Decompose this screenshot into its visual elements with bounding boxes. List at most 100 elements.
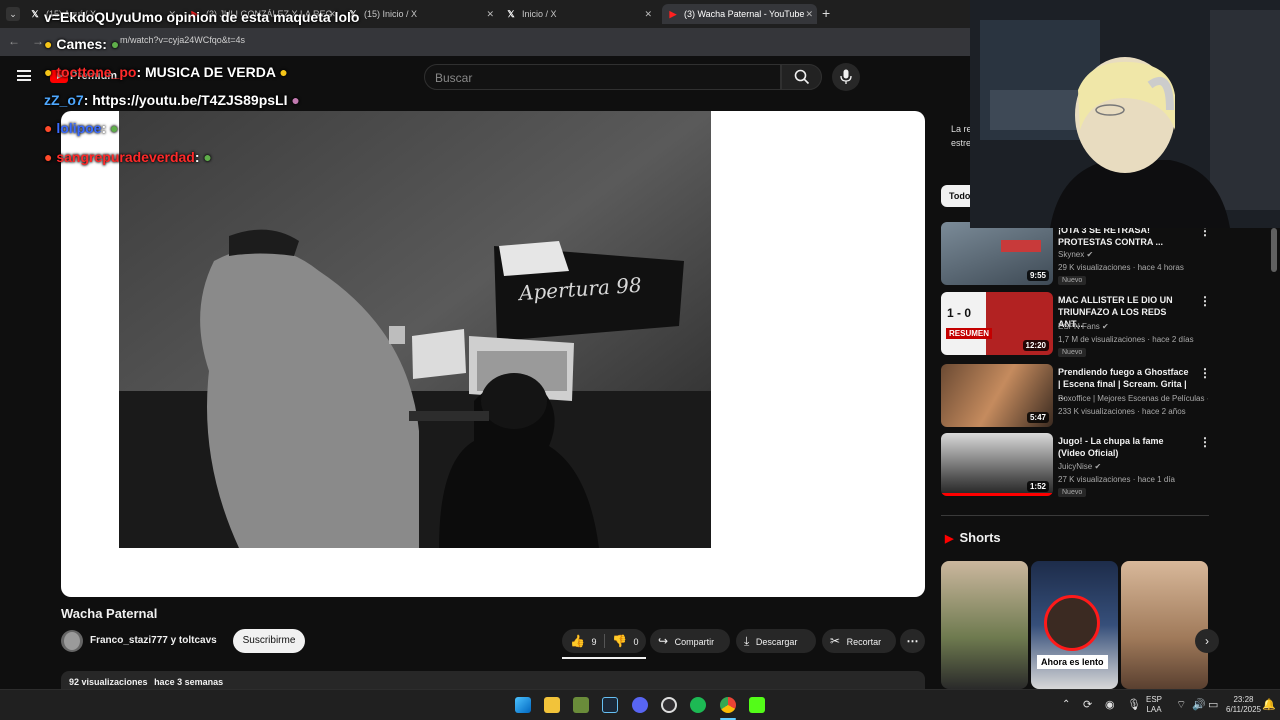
recommendation-channel: Skynex ✔ [1058, 250, 1094, 259]
short-thumbnail[interactable]: Ahora es lento [1031, 561, 1118, 689]
chat-username: lolipoe [56, 120, 102, 136]
more-options-icon[interactable]: ⋮ [1199, 294, 1211, 308]
recommendation-item[interactable]: 1 - 0 RESUMEN 12:20 MAC ALLISTER LE DIO … [941, 292, 1211, 358]
page-scrollbar[interactable] [1271, 228, 1277, 272]
obs-icon[interactable] [661, 697, 677, 713]
volume-icon[interactable]: 🔊 [1192, 698, 1206, 711]
short-thumbnail[interactable] [941, 561, 1028, 689]
new-badge: Nuevo [1058, 276, 1087, 285]
channel-avatar[interactable] [61, 630, 83, 652]
short-caption: Ahora es lento [1037, 655, 1108, 669]
close-tab-icon[interactable]: ✕ [644, 4, 652, 24]
tab-list-dropdown-button[interactable]: ⌄ [6, 7, 20, 21]
file-explorer-icon[interactable] [544, 697, 560, 713]
subscribe-button[interactable]: Suscribirme [233, 629, 305, 653]
kick-icon[interactable] [749, 697, 765, 713]
chat-message: ● sangrepuradeverdad: ● [44, 149, 212, 165]
duration-badge: 12:20 [1022, 340, 1049, 351]
chat-username: zZ_o7 [44, 92, 84, 108]
video-thumbnail: 1:52 [941, 433, 1053, 496]
duration-badge: 9:55 [1026, 270, 1049, 281]
browser-tab[interactable]: 𝕏 Inicio / X ✕ [506, 4, 656, 24]
back-icon[interactable]: ← [8, 34, 20, 48]
thumbnail-caption: RESUMEN [946, 328, 993, 339]
search-button[interactable] [781, 64, 822, 90]
browser-tab-active[interactable]: ▶ (3) Wacha Paternal - YouTube ✕ [662, 4, 817, 24]
sync-icon[interactable]: ⟳ [1083, 698, 1092, 711]
recommendation-item[interactable]: 9:55 ¡OTA 3 SE RETRASA! PROTESTAS CONTRA… [941, 222, 1211, 288]
microphone-tray-icon[interactable]: 🎙 [1127, 698, 1141, 711]
chat-message: v=EkdoQUyuUmo opinion de esta maqueta lo… [44, 9, 360, 25]
chat-message: ● Cames: ● [44, 36, 120, 52]
steam-icon[interactable] [602, 697, 618, 713]
new-badge: Nuevo [1058, 348, 1087, 357]
studio-photo-illustration: Apertura 98 [119, 111, 711, 548]
spotify-icon[interactable] [690, 697, 706, 713]
chrome-icon[interactable] [720, 697, 736, 713]
close-tab-icon[interactable]: ✕ [805, 4, 813, 24]
x-logo-icon: 𝕏 [507, 9, 515, 19]
like-button[interactable]: 👍 9 [570, 629, 604, 654]
minecraft-icon[interactable] [573, 697, 589, 713]
video-thumbnail: 1 - 0 RESUMEN 12:20 [941, 292, 1053, 355]
more-options-icon[interactable]: ⋮ [1199, 435, 1211, 449]
channel-name[interactable]: Franco_stazi777 y toltcavs [90, 635, 217, 646]
description-box[interactable]: 92 visualizaciones hace 3 semanas [61, 671, 925, 691]
search-input[interactable]: Buscar [424, 64, 781, 90]
close-tab-icon[interactable]: ✕ [486, 4, 494, 24]
chat-badge-icon: ● [44, 120, 53, 136]
notification-bell-icon[interactable]: 🔔 [1262, 698, 1276, 711]
browser-address-bar: ← → m/watch?v=cyja24WCfqo&t=4s [0, 28, 970, 56]
recommendation-item[interactable]: 1:52 Jugo! - La chupa la fame (Video Ofi… [941, 433, 1211, 499]
more-actions-button[interactable]: ⋯ [900, 629, 925, 653]
discord-icon[interactable] [632, 697, 648, 713]
chat-message: ● tocttone_po: MUSICA DE VERDA ● [44, 64, 288, 80]
dislike-button[interactable]: 👎 0 [612, 629, 644, 654]
battery-icon[interactable]: ▭ [1208, 698, 1218, 711]
verified-icon: ✔ [1102, 322, 1109, 331]
tray-overflow-icon[interactable]: ⌃ [1062, 699, 1070, 710]
menu-icon[interactable] [17, 70, 31, 81]
browser-tab[interactable]: 𝕏 (15) Inicio / X ✕ [348, 4, 498, 24]
pepe-emote-icon: ● [203, 149, 212, 165]
network-app-icon[interactable]: ◉ [1105, 698, 1115, 711]
shorts-heading: ▶ Shorts [945, 530, 1001, 545]
scissors-icon: ✂ [830, 634, 841, 648]
windows-taskbar: ⌃ ⟳ ◉ 🎙 ESP LAA ⌔ 🔊 ▭ 23:28 6/11/2025 🔔 [0, 689, 1280, 720]
new-tab-button[interactable]: + [822, 5, 830, 21]
download-icon: ⤓ [744, 634, 750, 648]
voice-search-button[interactable] [832, 63, 860, 91]
recommendation-item[interactable]: 5:47 Prendiendo fuego a Ghostface | Esce… [941, 364, 1211, 430]
wifi-icon[interactable]: ⌔ [1176, 698, 1186, 712]
video-player[interactable]: Apertura 98 [61, 111, 925, 597]
chat-username: Cames [56, 36, 103, 52]
duration-badge: 5:47 [1026, 412, 1049, 423]
clock[interactable]: 23:28 6/11/2025 [1226, 695, 1261, 715]
download-button[interactable]: ⤓ Descargar [736, 629, 816, 653]
sidebar-divider [941, 515, 1209, 516]
verified-icon: ✔ [1207, 394, 1208, 403]
thumbs-down-icon: 👎 [612, 634, 627, 648]
clip-button[interactable]: ✂ Recortar [822, 629, 896, 653]
recommendation-title: Jugo! - La chupa la fame (Video Oficial) [1058, 436, 1164, 458]
search-icon [794, 69, 810, 85]
language-indicator[interactable]: ESP LAA [1146, 695, 1162, 715]
shorts-next-button[interactable]: › [1195, 629, 1219, 653]
microphone-icon [840, 69, 852, 84]
thumbnail-score: 1 - 0 [947, 306, 972, 320]
windows-start-icon[interactable] [515, 697, 531, 713]
pepe-emote-icon: ● [110, 120, 119, 136]
video-thumbnail: 5:47 [941, 364, 1053, 427]
chat-username: tocttone_po [56, 64, 137, 80]
like-progress-bar [562, 657, 646, 659]
more-options-icon[interactable]: ⋮ [1199, 366, 1211, 380]
chat-message: ● lolipoe: ● [44, 120, 119, 136]
new-badge: Nuevo [1058, 488, 1087, 497]
chat-username: sangrepuradeverdad [56, 149, 195, 165]
share-button[interactable]: ↪ Compartir [650, 629, 730, 653]
forward-icon[interactable]: → [32, 34, 44, 48]
url-field[interactable]: m/watch?v=cyja24WCfqo&t=4s [120, 35, 245, 45]
short-thumbnail[interactable] [1121, 561, 1208, 689]
recommendation-channel: Boxoffice | Mejores Escenas de Películas… [1058, 394, 1208, 403]
chat-message: zZ_o7: https://youtu.be/T4ZJS89psLI ● [44, 92, 300, 108]
